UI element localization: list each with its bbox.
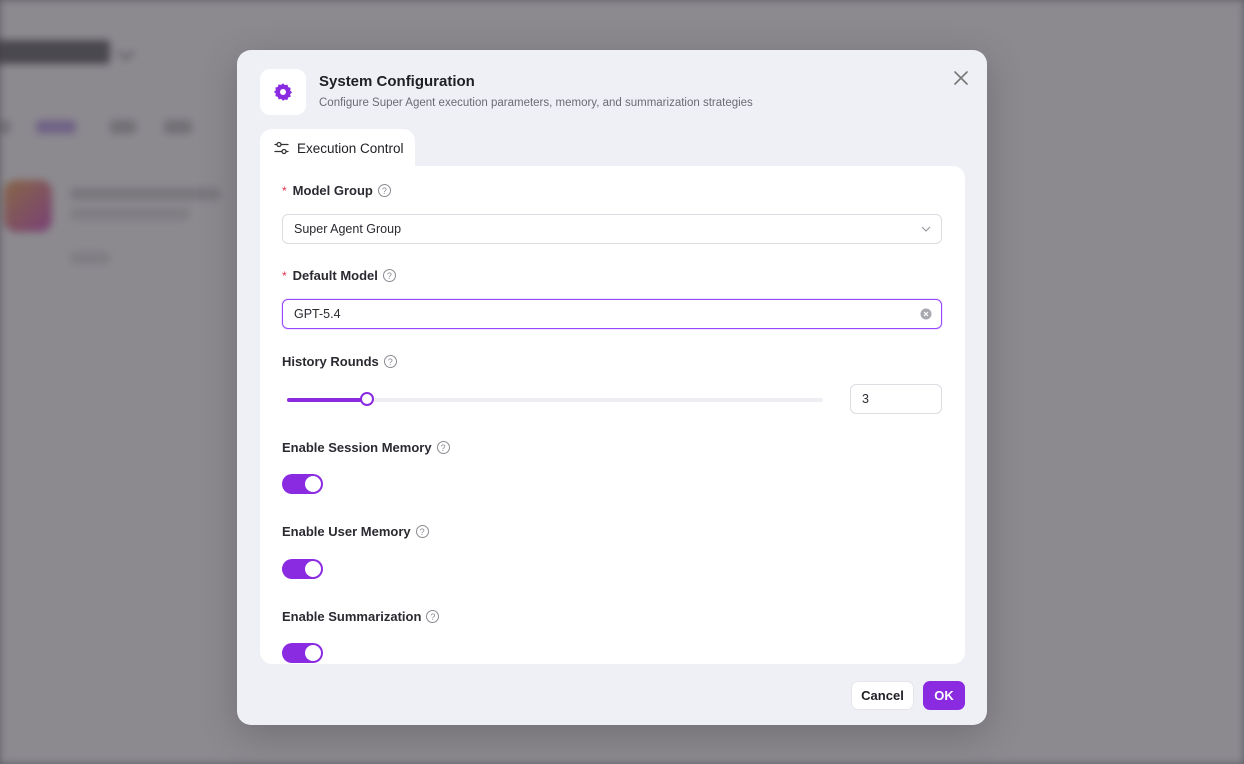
cancel-button[interactable]: Cancel	[851, 681, 914, 710]
slider-fill	[287, 398, 368, 402]
history-rounds-label: History Rounds ?	[282, 354, 397, 369]
help-icon[interactable]: ?	[383, 355, 397, 368]
required-marker: *	[282, 183, 287, 198]
user-memory-toggle[interactable]	[282, 559, 323, 579]
close-button[interactable]	[950, 67, 972, 89]
summarization-label: Enable Summarization ?	[282, 609, 440, 624]
tab-label: Execution Control	[297, 140, 404, 156]
model-group-value: Super Agent Group	[294, 222, 402, 236]
model-group-label: * Model Group ?	[282, 183, 391, 198]
session-memory-toggle[interactable]	[282, 474, 323, 494]
clear-icon[interactable]	[920, 308, 932, 320]
history-rounds-input[interactable]: 3	[850, 384, 942, 414]
model-group-label-text: Model Group	[292, 183, 373, 198]
help-icon[interactable]: ?	[426, 610, 440, 623]
help-icon[interactable]: ?	[382, 269, 396, 282]
session-memory-label-text: Enable Session Memory	[282, 440, 432, 455]
execution-control-panel: * Model Group ? Super Agent Group * Defa…	[260, 166, 965, 664]
user-memory-label: Enable User Memory ?	[282, 524, 429, 539]
help-icon[interactable]: ?	[436, 441, 450, 454]
dialog-subtitle: Configure Super Agent execution paramete…	[319, 97, 753, 109]
help-icon[interactable]: ?	[377, 184, 391, 197]
help-icon[interactable]: ?	[415, 525, 429, 538]
model-group-select[interactable]: Super Agent Group	[282, 214, 942, 244]
summarization-toggle[interactable]	[282, 643, 323, 663]
history-rounds-label-text: History Rounds	[282, 354, 379, 369]
gear-icon	[260, 69, 306, 115]
chevron-down-icon	[921, 226, 931, 232]
ok-button[interactable]: OK	[923, 681, 965, 710]
history-rounds-value: 3	[862, 392, 869, 406]
session-memory-label: Enable Session Memory ?	[282, 440, 450, 455]
dialog-title: System Configuration	[319, 73, 475, 90]
system-configuration-dialog: System Configuration Configure Super Age…	[237, 50, 987, 725]
default-model-select[interactable]: GPT-5.4	[282, 299, 942, 329]
summarization-label-text: Enable Summarization	[282, 609, 422, 624]
default-model-value: GPT-5.4	[294, 307, 341, 321]
required-marker: *	[282, 268, 287, 283]
user-memory-label-text: Enable User Memory	[282, 524, 411, 539]
history-rounds-slider[interactable]	[287, 392, 823, 406]
sliders-icon	[274, 141, 289, 155]
default-model-label: * Default Model ?	[282, 268, 396, 283]
close-icon	[954, 71, 968, 85]
tab-execution-control[interactable]: Execution Control	[260, 129, 415, 167]
slider-handle[interactable]	[360, 392, 375, 406]
default-model-label-text: Default Model	[292, 268, 378, 283]
